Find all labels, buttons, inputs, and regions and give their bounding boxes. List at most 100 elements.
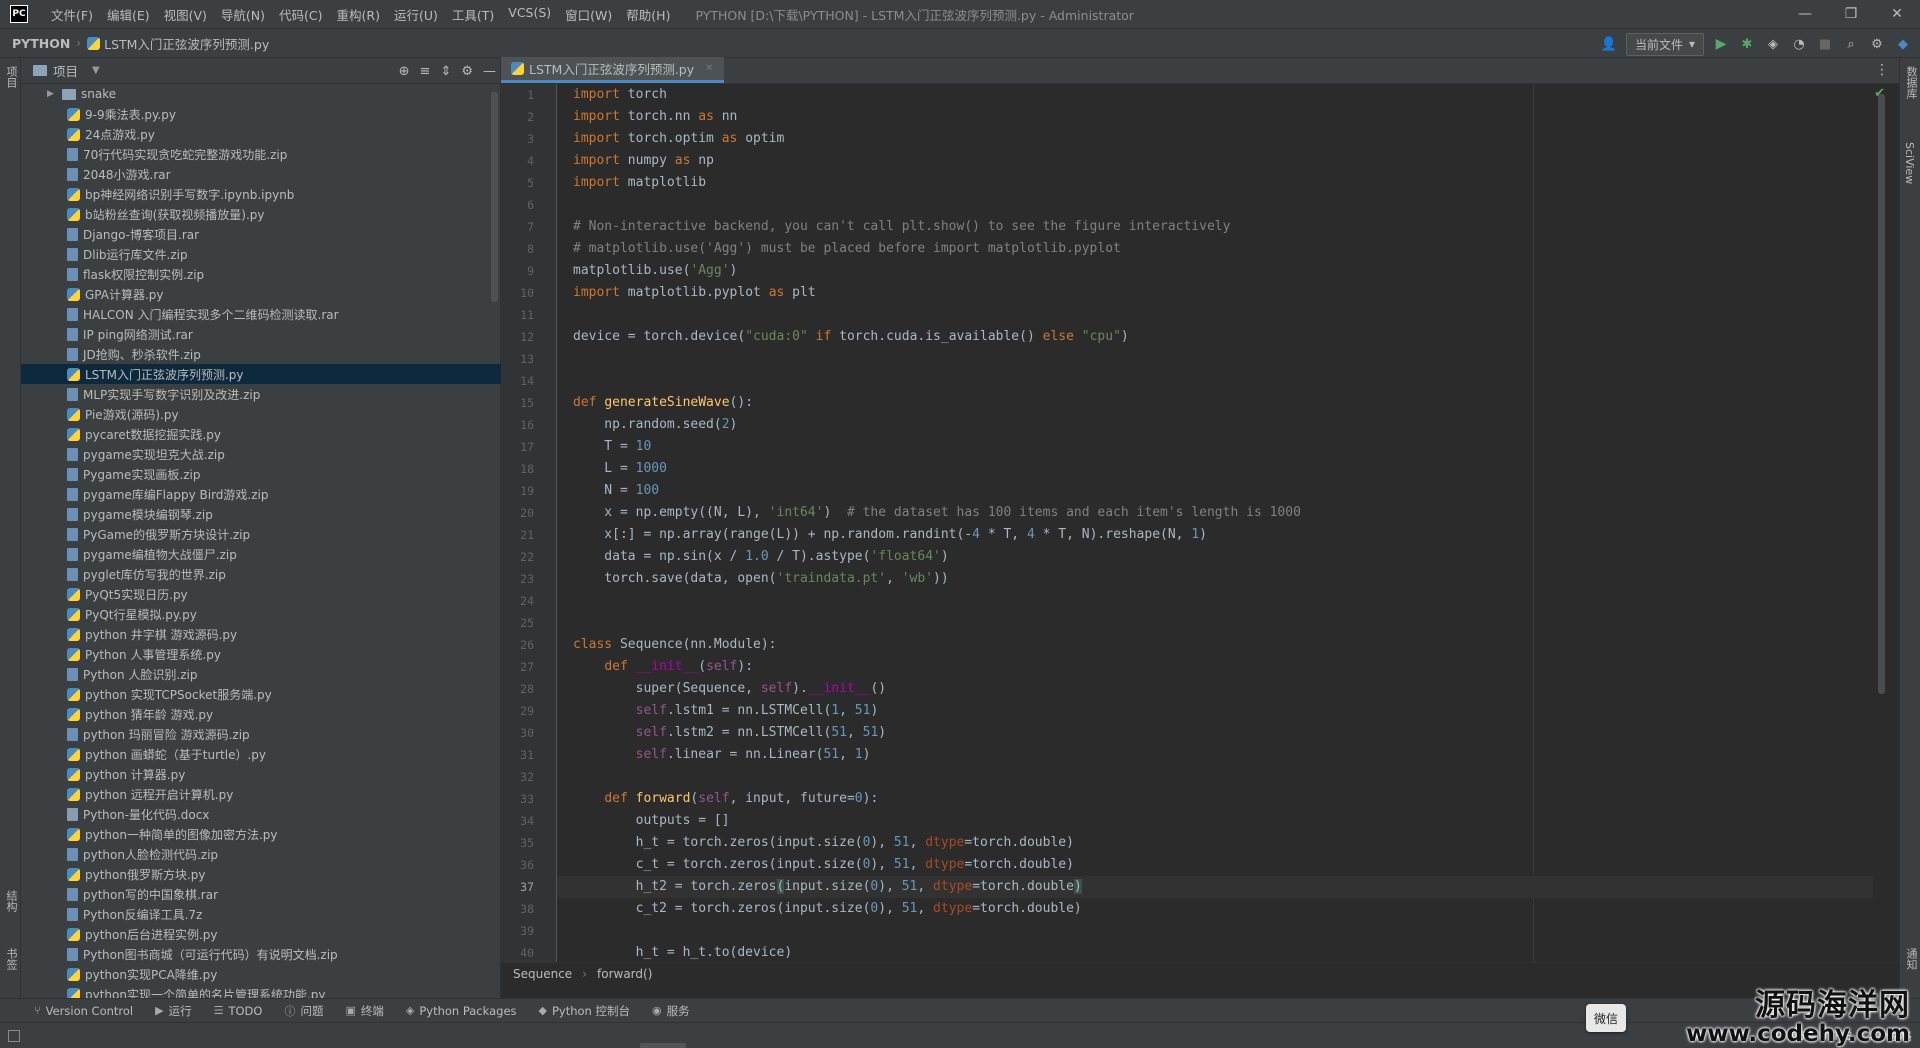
tree-item[interactable]: python 猜年龄 游戏.py	[21, 704, 501, 724]
tool-window-services[interactable]: ◉ 服务	[652, 1003, 690, 1019]
menu-vcs[interactable]: VCS(S)	[501, 5, 558, 24]
tree-item[interactable]: python后台进程实例.py	[21, 924, 501, 944]
locate-icon[interactable]: ⊕	[399, 64, 410, 79]
tool-window-todo[interactable]: ☰ TODO	[214, 1004, 263, 1018]
tree-item[interactable]: pycaret数据挖掘实践.py	[21, 424, 501, 444]
tree-item[interactable]: python 画蟒蛇（基于turtle）.py	[21, 744, 501, 764]
run-icon[interactable]: ▶	[1712, 36, 1730, 52]
menu-help[interactable]: 帮助(H)	[619, 5, 677, 24]
chevron-right-icon[interactable]: ▶	[47, 89, 57, 99]
menu-edit[interactable]: 编辑(E)	[100, 5, 157, 24]
tree-item[interactable]: LSTM入门正弦波序列预测.py	[21, 364, 501, 384]
run-config-select[interactable]: 当前文件 ▾	[1625, 32, 1704, 56]
tree-item[interactable]: bp神经网络识别手写数字.ipynb.ipynb	[21, 184, 501, 204]
tree-item[interactable]: IP ping网络测试.rar	[21, 324, 501, 344]
tree-item[interactable]: Python图书商城（可运行代码）有说明文档.zip	[21, 944, 501, 964]
tree-item[interactable]: 2048小游戏.rar	[21, 164, 501, 184]
gear-icon[interactable]: ⚙	[461, 64, 473, 79]
database-tool-tab[interactable]: 数据库	[1903, 66, 1919, 99]
tree-folder[interactable]: ▶ snake	[21, 84, 501, 104]
tree-item[interactable]: HALCON 入门编程实现多个二维码检测读取.rar	[21, 304, 501, 324]
notifications-tool-tab[interactable]: 通知	[1903, 948, 1919, 970]
tree-item[interactable]: MLP实现手写数字识别及改进.zip	[21, 384, 501, 404]
tool-window-packages[interactable]: ◈ Python Packages	[406, 1004, 517, 1018]
stop-icon[interactable]: ■	[1816, 37, 1834, 52]
tree-item[interactable]: PyGame的俄罗斯方块设计.zip	[21, 524, 501, 544]
more-options-icon[interactable]: ⋮	[1875, 62, 1889, 78]
tree-item[interactable]: python写的中国象棋.rar	[21, 884, 501, 904]
tree-item[interactable]: python 实现TCPSocket服务端.py	[21, 684, 501, 704]
tree-item[interactable]: GPA计算器.py	[21, 284, 501, 304]
tree-item[interactable]: Python 人事管理系统.py	[21, 644, 501, 664]
project-scrollbar[interactable]	[491, 92, 498, 302]
hide-icon[interactable]: —	[483, 64, 496, 79]
tree-item[interactable]: Python-量化代码.docx	[21, 804, 501, 824]
restore-button[interactable]: ❐	[1828, 0, 1874, 28]
expand-all-icon[interactable]: ≡	[420, 64, 431, 79]
tree-item[interactable]: python 井字棋 游戏源码.py	[21, 624, 501, 644]
menu-file[interactable]: 文件(F)	[44, 5, 100, 24]
nav-project-name[interactable]: PYTHON	[12, 36, 70, 51]
menu-view[interactable]: 视图(V)	[157, 5, 214, 24]
minimize-button[interactable]: —	[1782, 0, 1828, 28]
tree-item[interactable]: python实现一个简单的名片管理系统功能.py	[21, 984, 501, 998]
tool-window-run[interactable]: ▶ 运行	[155, 1003, 191, 1019]
layout-toggle-icon[interactable]	[8, 1029, 20, 1042]
sciview-tool-tab[interactable]: SciView	[1903, 142, 1916, 184]
chevron-down-icon[interactable]: ▼	[92, 65, 100, 76]
editor-tab-active[interactable]: LSTM入门正弦波序列预测.py ✕	[501, 57, 724, 83]
bookmarks-tool-tab[interactable]: 书签	[3, 948, 19, 970]
nav-file[interactable]: LSTM入门正弦波序列预测.py	[87, 34, 269, 53]
menu-navigate[interactable]: 导航(N)	[214, 5, 272, 24]
tree-item[interactable]: Pie游戏(源码).py	[21, 404, 501, 424]
menu-window[interactable]: 窗口(W)	[558, 5, 619, 24]
tree-item[interactable]: 70行代码实现贪吃蛇完整游戏功能.zip	[21, 144, 501, 164]
menu-code[interactable]: 代码(C)	[272, 5, 329, 24]
account-icon[interactable]: 👤	[1600, 37, 1618, 52]
tree-item[interactable]: Python反编译工具.7z	[21, 904, 501, 924]
tree-item[interactable]: pygame实现坦克大战.zip	[21, 444, 501, 464]
menu-run[interactable]: 运行(U)	[387, 5, 445, 24]
tree-item[interactable]: Django-博客项目.rar	[21, 224, 501, 244]
update-icon[interactable]: ◆	[1894, 37, 1912, 52]
tool-window-terminal[interactable]: ▣ 终端	[345, 1003, 383, 1019]
tree-item[interactable]: python 远程开启计算机.py	[21, 784, 501, 804]
breadcrumb-class[interactable]: Sequence	[513, 967, 572, 981]
collapse-all-icon[interactable]: ⇕	[440, 64, 451, 79]
tree-item[interactable]: 9-9乘法表.py.py	[21, 104, 501, 124]
wechat-badge[interactable]: 微信	[1586, 1004, 1626, 1032]
tool-window-console[interactable]: ◆ Python 控制台	[539, 1003, 631, 1019]
tree-item[interactable]: b站粉丝查询(获取视频播放量).py	[21, 204, 501, 224]
gear-icon[interactable]: ⚙	[1868, 37, 1886, 52]
tree-item[interactable]: pygame编植物大战僵尸.zip	[21, 544, 501, 564]
tree-item[interactable]: Pygame实现画板.zip	[21, 464, 501, 484]
menu-tools[interactable]: 工具(T)	[445, 5, 501, 24]
breadcrumb-method[interactable]: forward()	[597, 967, 652, 981]
tool-window-problems[interactable]: ⓘ 问题	[284, 1003, 323, 1019]
structure-tool-tab[interactable]: 结构	[3, 890, 19, 912]
tree-item[interactable]: pygame库编Flappy Bird游戏.zip	[21, 484, 501, 504]
tree-item[interactable]: python俄罗斯方块.py	[21, 864, 501, 884]
project-panel-title[interactable]: 项目	[53, 61, 78, 80]
tree-item[interactable]: 24点游戏.py	[21, 124, 501, 144]
tree-item[interactable]: JD抢购、秒杀软件.zip	[21, 344, 501, 364]
tree-item[interactable]: python 计算器.py	[21, 764, 501, 784]
tree-item[interactable]: PyQt5实现日历.py	[21, 584, 501, 604]
tree-item[interactable]: pygame模块编钢琴.zip	[21, 504, 501, 524]
close-tab-icon[interactable]: ✕	[705, 63, 713, 74]
menu-refactor[interactable]: 重构(R)	[330, 5, 387, 24]
code-area[interactable]: 1 2 3 4 5 6 7 8 9 10 11 12 13 14 15 16 17 18 19 20 21 22 23 24 2…	[501, 84, 1899, 962]
tree-item[interactable]: python一种简单的图像加密方法.py	[21, 824, 501, 844]
tree-item[interactable]: python人脸检测代码.zip	[21, 844, 501, 864]
horizontal-scrollbar[interactable]	[640, 1043, 686, 1048]
tree-item[interactable]: Python 人脸识别.zip	[21, 664, 501, 684]
tree-item[interactable]: Dlib运行库文件.zip	[21, 244, 501, 264]
tree-item[interactable]: PyQt行星模拟.py.py	[21, 604, 501, 624]
code-lines[interactable]: import torch import torch.nn as nn impor…	[557, 84, 1873, 962]
tree-item[interactable]: pyglet库仿写我的世界.zip	[21, 564, 501, 584]
tree-item[interactable]: python 玛丽冒险 游戏源码.zip	[21, 724, 501, 744]
editor-scrollbar[interactable]	[1878, 94, 1885, 694]
tree-item[interactable]: flask权限控制实例.zip	[21, 264, 501, 284]
coverage-icon[interactable]: ◈	[1764, 37, 1782, 52]
tool-window-version-control[interactable]: ⑂ Version Control	[34, 1004, 133, 1018]
